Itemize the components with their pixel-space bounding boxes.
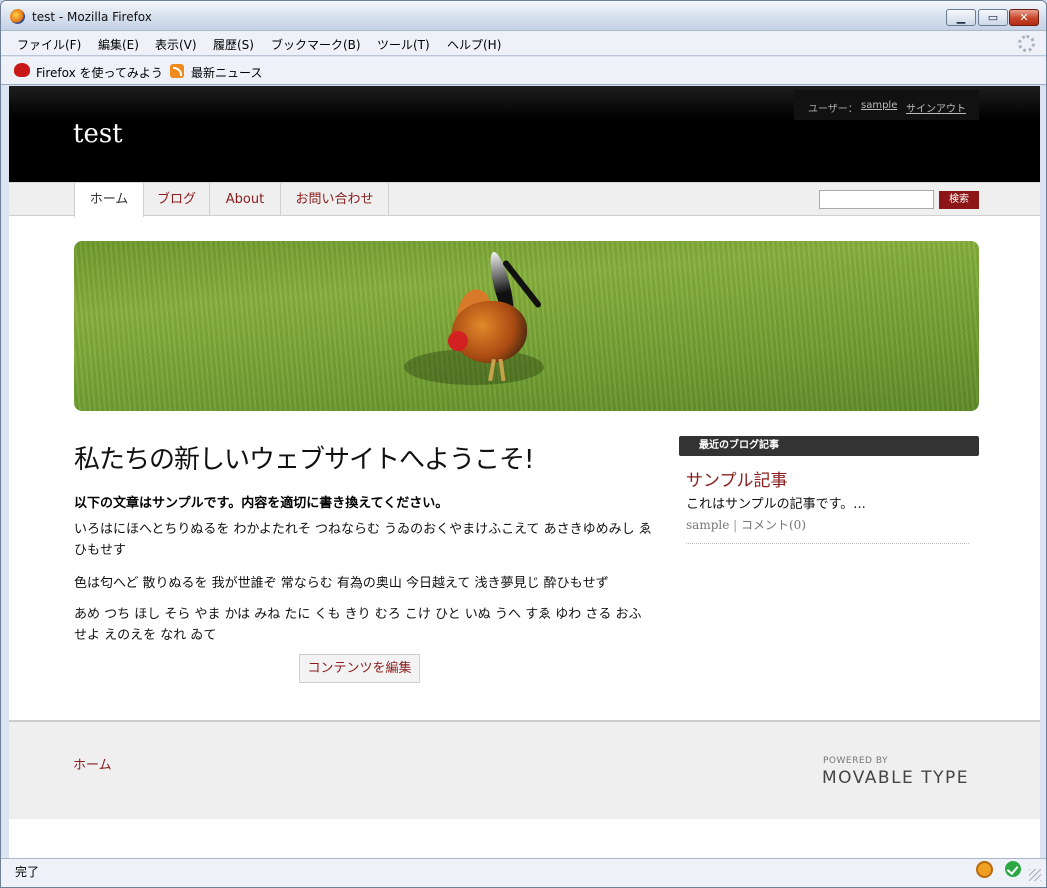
site-title[interactable]: test: [73, 119, 123, 149]
tab-about[interactable]: About: [210, 183, 281, 216]
title-bar: test - Mozilla Firefox ▁ ▭ ✕: [1, 1, 1046, 31]
search-button[interactable]: 検索: [939, 191, 979, 209]
meta-separator: |: [733, 518, 741, 532]
window-title: test - Mozilla Firefox: [32, 10, 152, 24]
user-name-link[interactable]: sample: [861, 100, 897, 111]
powered-by-label: POWERED BY: [823, 756, 889, 766]
sidebar-heading: 最近のブログ記事: [679, 436, 979, 456]
post-meta: sample | コメント(0): [686, 516, 806, 533]
menu-edit[interactable]: 編集(E): [98, 36, 139, 53]
menu-bookmarks[interactable]: ブックマーク(B): [271, 36, 361, 53]
paragraph: 色は匂へど 散りぬるを 我が世誰ぞ 常ならむ 有為の奥山 今日越えて 浅き夢見じ…: [74, 576, 609, 591]
hero-image: [74, 241, 979, 411]
menu-tools[interactable]: ツール(T): [377, 36, 430, 53]
menu-history[interactable]: 履歴(S): [213, 36, 254, 53]
rooster-head: [448, 331, 468, 351]
minimize-button[interactable]: ▁: [946, 9, 976, 26]
movable-type-logo[interactable]: MOVABLE TYPE: [822, 768, 969, 788]
menu-file[interactable]: ファイル(F): [17, 36, 81, 53]
firefox-bookmark-icon: [14, 63, 30, 77]
post-comments-link[interactable]: コメント(0): [741, 518, 806, 532]
search-input[interactable]: [819, 190, 934, 209]
firefox-icon: [10, 9, 25, 24]
site-footer: ホーム POWERED BY MOVABLE TYPE: [9, 720, 1040, 819]
maximize-icon: ▭: [987, 11, 999, 24]
signout-link[interactable]: サインアウト: [906, 100, 966, 115]
close-icon: ✕: [1019, 11, 1029, 24]
post-title-link[interactable]: サンプル記事: [686, 466, 788, 491]
bookmarks-toolbar: Firefox を使ってみよう 最新ニュース: [1, 57, 1046, 85]
bookmark-getting-started[interactable]: Firefox を使ってみよう: [36, 64, 163, 81]
edit-content-button[interactable]: コンテンツを編集: [299, 654, 420, 683]
resize-grip[interactable]: [1029, 869, 1041, 881]
status-bar: 完了: [1, 858, 1046, 887]
browser-window: test - Mozilla Firefox ▁ ▭ ✕ ファイル(F) 編集(…: [0, 0, 1047, 888]
status-text: 完了: [15, 865, 40, 879]
post-author-link[interactable]: sample: [686, 518, 729, 532]
page-viewport: ユーザー： sample サインアウト test ホーム ブログ About お…: [9, 86, 1040, 858]
paragraph: あめ つち ほし そら やま かは みね たに くも きり むろ こけ ひと い…: [74, 607, 642, 643]
post-excerpt: これはサンプルの記事です。...: [686, 497, 866, 512]
addon-icon[interactable]: [976, 861, 993, 878]
check-icon[interactable]: [1005, 861, 1021, 877]
bookmark-latest-news[interactable]: 最新ニュース: [191, 64, 262, 81]
paragraph: いろはにほへとちりぬるを わかよたれそ つねならむ うゐのおくやまけふこえて あ…: [74, 522, 652, 558]
menu-help[interactable]: ヘルプ(H): [447, 36, 501, 53]
user-box: ユーザー： sample サインアウト: [794, 90, 979, 120]
lead-text: 以下の文章はサンプルです。内容を適切に書き換えてください。: [74, 496, 449, 511]
tab-contact[interactable]: お問い合わせ: [281, 183, 389, 216]
footer-home-link[interactable]: ホーム: [73, 754, 112, 773]
minimize-icon: ▁: [956, 11, 966, 24]
post-divider: [686, 543, 969, 544]
page-title: 私たちの新しいウェブサイトへようこそ!: [74, 445, 534, 475]
tab-blog[interactable]: ブログ: [144, 183, 210, 216]
site-header: ユーザー： sample サインアウト test: [9, 86, 1040, 182]
maximize-button[interactable]: ▭: [978, 9, 1008, 26]
close-button[interactable]: ✕: [1009, 9, 1039, 26]
throbber-icon: [1018, 35, 1035, 52]
menu-bar: ファイル(F) 編集(E) 表示(V) 履歴(S) ブックマーク(B) ツール(…: [1, 31, 1046, 56]
tab-home[interactable]: ホーム: [74, 183, 144, 217]
rss-icon: [170, 64, 184, 78]
user-label: ユーザー：: [808, 104, 858, 115]
menu-view[interactable]: 表示(V): [155, 36, 197, 53]
